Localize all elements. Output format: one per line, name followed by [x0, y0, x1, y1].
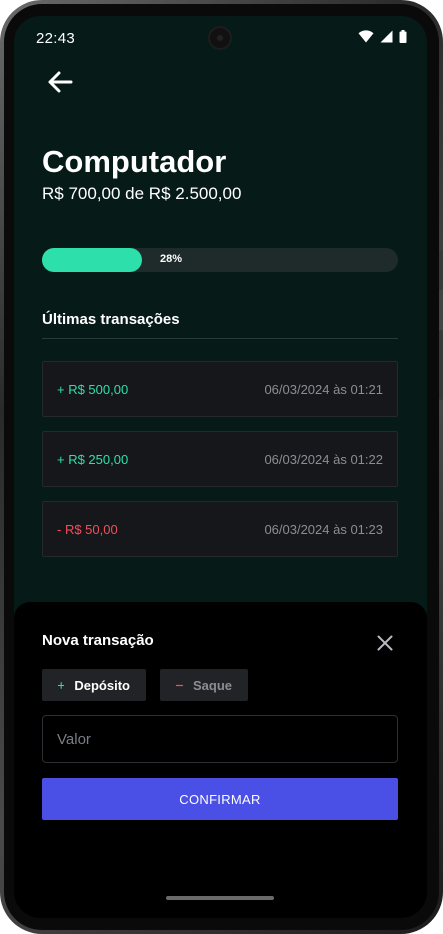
status-time: 22:43	[36, 30, 76, 47]
power-button	[439, 330, 443, 400]
deposit-button[interactable]: Depósito	[42, 669, 146, 701]
back-button[interactable]	[42, 64, 78, 100]
deposit-button-label: Depósito	[74, 677, 130, 693]
plus-icon	[58, 681, 65, 689]
sheet-title: Nova transação	[42, 632, 154, 649]
transaction-amount: - R$ 50,00	[57, 522, 118, 537]
transaction-date: 06/03/2024 às 01:21	[264, 382, 383, 397]
minus-icon	[176, 684, 183, 686]
goal-progress-text: R$ 700,00 de R$ 2.500,00	[42, 184, 242, 203]
confirm-button[interactable]: CONFIRMAR	[42, 778, 398, 820]
section-divider	[42, 338, 398, 339]
battery-icon	[399, 30, 407, 43]
transaction-date: 06/03/2024 às 01:22	[264, 452, 383, 467]
progress-percent-label: 28%	[160, 253, 183, 265]
withdraw-button-label: Saque	[192, 677, 232, 693]
signal-icon	[380, 30, 393, 43]
progress-bar-fill	[42, 248, 142, 272]
phone-frame: 22:43 Computador R$ 700,00 de R$ 2.500,0…	[0, 0, 443, 934]
transaction-item[interactable]: + R$ 500,00 06/03/2024 às 01:21	[42, 361, 398, 417]
app-screen: 22:43 Computador R$ 700,00 de R$ 2.500,0…	[14, 16, 427, 918]
status-icons	[358, 30, 407, 43]
volume-button	[439, 250, 443, 290]
transaction-item[interactable]: - R$ 50,00 06/03/2024 às 01:23	[42, 501, 398, 557]
transaction-list: + R$ 500,00 06/03/2024 às 01:21 + R$ 250…	[42, 361, 398, 571]
progress-bar: 28%	[42, 248, 398, 272]
transactions-section-title: Últimas transações	[42, 311, 180, 328]
status-bar: 22:43	[14, 16, 427, 60]
arrow-left-icon	[48, 71, 73, 93]
wifi-icon	[358, 30, 374, 43]
home-indicator	[166, 896, 274, 900]
page-title: Computador	[42, 144, 227, 179]
value-input[interactable]	[42, 715, 398, 763]
close-icon	[377, 635, 393, 651]
transaction-amount: + R$ 500,00	[57, 382, 129, 397]
new-transaction-sheet: Nova transação Depósito Saque CONFIRMA	[14, 602, 427, 918]
withdraw-button[interactable]: Saque	[160, 669, 248, 701]
transaction-amount: + R$ 250,00	[57, 452, 129, 467]
transaction-item[interactable]: + R$ 250,00 06/03/2024 às 01:22	[42, 431, 398, 487]
front-camera	[208, 26, 232, 50]
transaction-date: 06/03/2024 às 01:23	[264, 522, 383, 537]
close-button[interactable]	[372, 630, 398, 656]
